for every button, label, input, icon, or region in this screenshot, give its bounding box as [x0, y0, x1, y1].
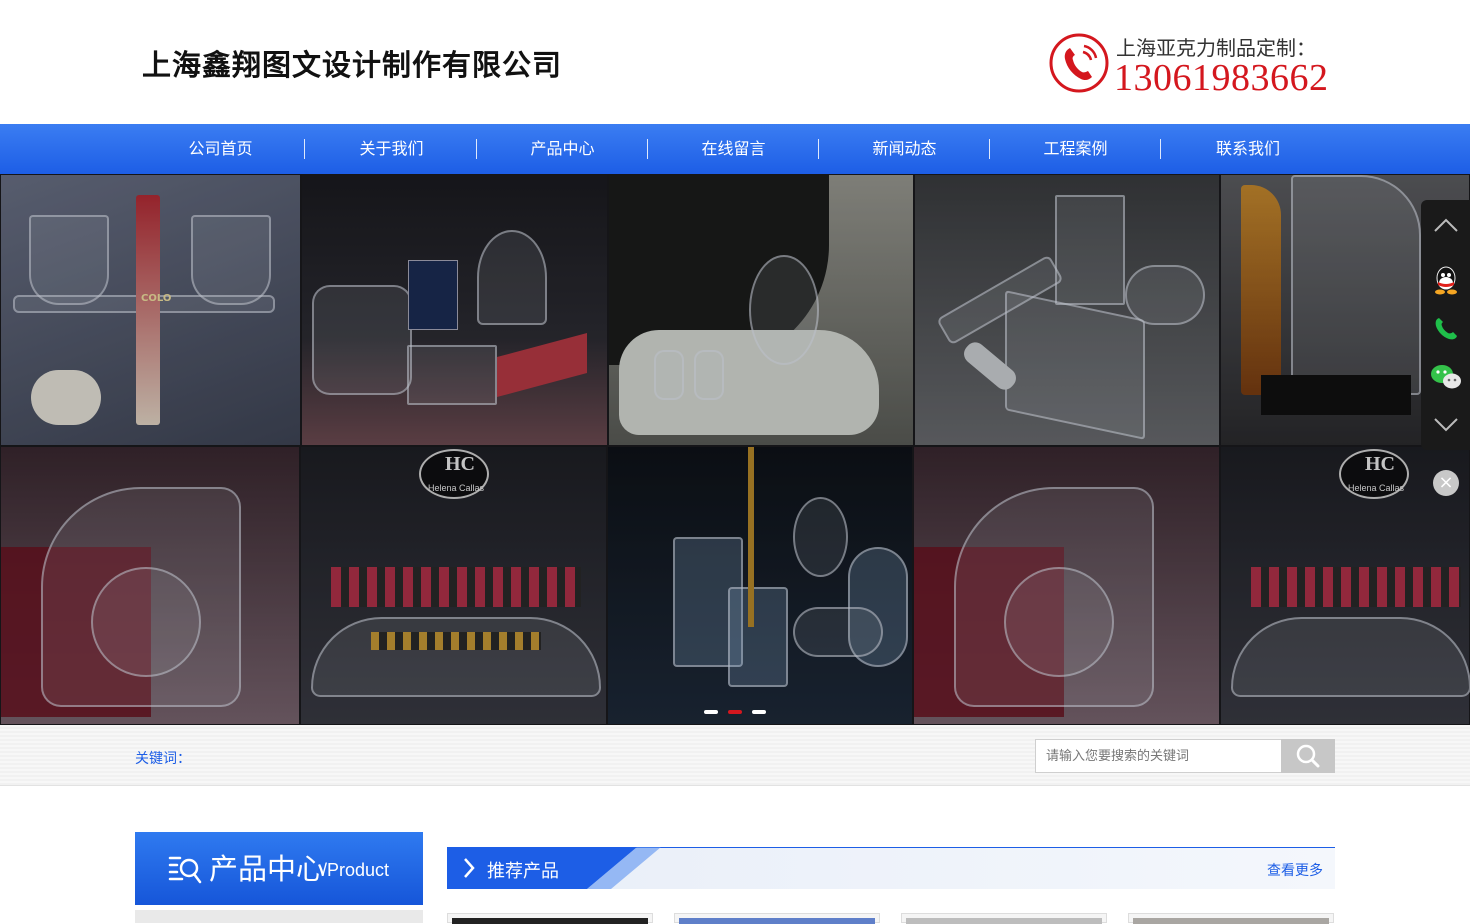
hero-banner[interactable]: COLO HC Helena Callas HC Helena Callas	[0, 174, 1470, 725]
nav-item-news[interactable]: 新闻动态	[819, 124, 990, 174]
product-card[interactable]	[674, 913, 880, 924]
qq-icon	[1434, 266, 1457, 295]
wechat-button[interactable]	[1421, 352, 1470, 402]
product-card[interactable]	[1128, 913, 1334, 924]
keywords-label: 关键词：	[135, 751, 191, 767]
slider-dot-3[interactable]	[752, 710, 766, 714]
scroll-up-button[interactable]	[1421, 200, 1470, 250]
search-icon	[1296, 744, 1320, 768]
banner-overlay	[0, 174, 1470, 725]
phone-icon	[1049, 33, 1109, 93]
qq-button[interactable]	[1421, 255, 1470, 305]
product-card[interactable]	[901, 913, 1107, 924]
hotline-number[interactable]: 13061983662	[1114, 56, 1329, 100]
product-center-subtitle: /Product	[322, 860, 390, 880]
product-image	[679, 918, 875, 924]
recommended-title: 推荐产品	[487, 861, 559, 882]
product-center-title: 产品中心	[209, 852, 326, 886]
slider-dot-2[interactable]	[728, 710, 742, 714]
phone-icon	[1435, 318, 1457, 340]
nav-divider	[304, 139, 305, 159]
product-image	[906, 918, 1102, 924]
product-category-list	[135, 910, 423, 923]
product-image	[452, 918, 648, 924]
scroll-down-button[interactable]	[1421, 400, 1470, 450]
nav-item-home[interactable]: 公司首页	[135, 124, 306, 174]
product-search-icon	[168, 856, 202, 884]
chevron-down-icon	[1433, 418, 1458, 432]
search-input[interactable]	[1035, 739, 1282, 773]
nav-item-about[interactable]: 关于我们	[306, 124, 477, 174]
phone-button[interactable]	[1421, 304, 1470, 354]
main-nav: 公司首页 关于我们 产品中心 在线留言 新闻动态 工程案例 联系我们	[0, 124, 1470, 174]
nav-item-cases[interactable]: 工程案例	[990, 124, 1161, 174]
site-header: 上海鑫翔图文设计制作有限公司 上海亚克力制品定制： 13061983662	[0, 0, 1470, 124]
wechat-icon	[1430, 365, 1461, 389]
product-image	[1133, 918, 1329, 924]
slider-dot-1[interactable]	[704, 710, 718, 714]
product-card[interactable]	[447, 913, 653, 924]
chevron-up-icon	[1433, 218, 1458, 232]
slider-pagination	[704, 710, 768, 716]
nav-item-message[interactable]: 在线留言	[648, 124, 819, 174]
company-name[interactable]: 上海鑫翔图文设计制作有限公司	[142, 42, 562, 84]
floating-contact-toolbar	[1421, 200, 1470, 450]
toolbar-close-button[interactable]: ×	[1433, 470, 1459, 496]
nav-item-products[interactable]: 产品中心	[477, 124, 648, 174]
search-button[interactable]	[1281, 739, 1335, 773]
view-more-link[interactable]: 查看更多	[1267, 860, 1323, 880]
nav-item-contact[interactable]: 联系我们	[1161, 124, 1335, 174]
